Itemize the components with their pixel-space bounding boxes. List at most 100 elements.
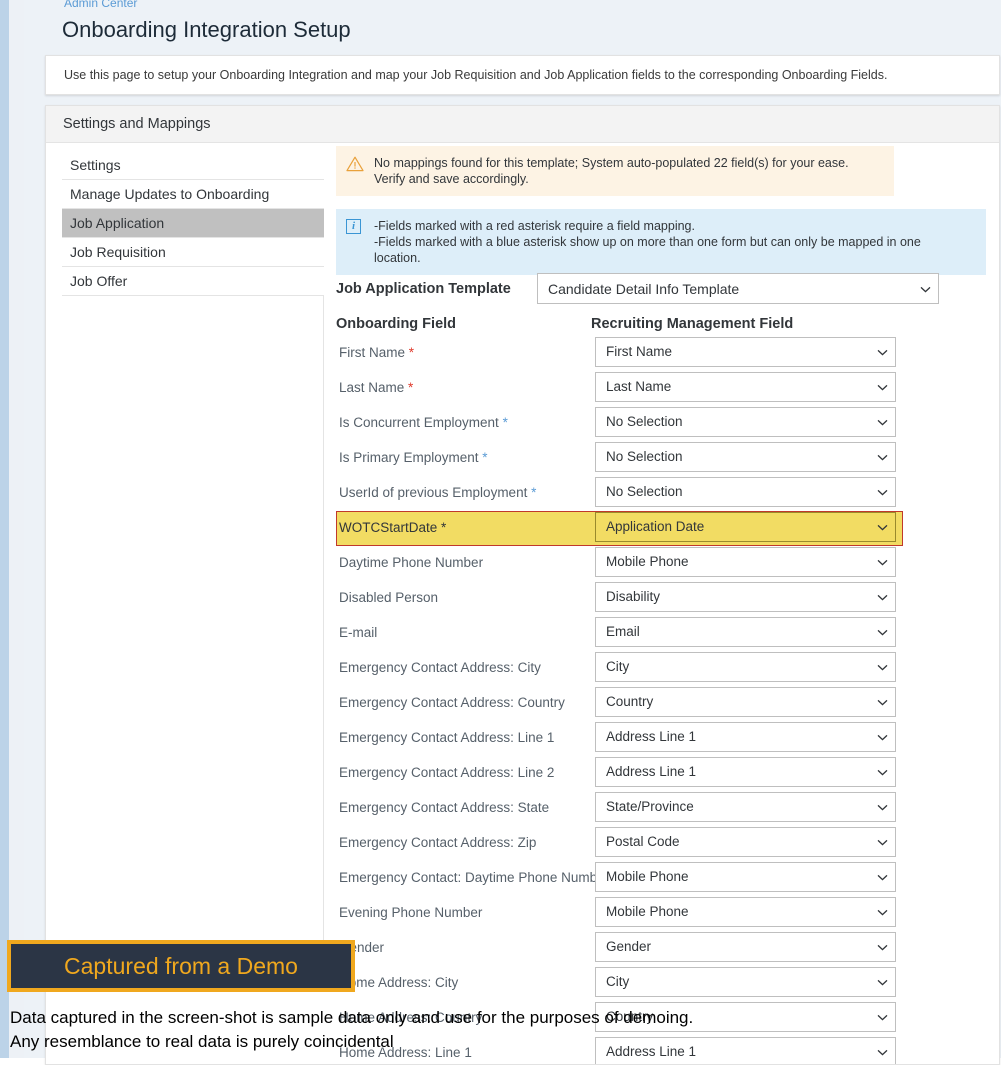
recruiting-field-value: Gender <box>606 939 652 954</box>
mapping-row: Emergency Contact Address: Line 1 Address… <box>312 721 999 756</box>
chevron-down-icon <box>877 734 888 741</box>
mapping-row: Home Address: City City <box>312 966 999 1001</box>
left-gutter <box>9 0 24 1058</box>
onboarding-field-name: Emergency Contact Address: Zip <box>339 835 537 850</box>
mapping-row: E-mail Email <box>312 616 999 651</box>
breadcrumb[interactable]: Admin Center <box>64 0 137 10</box>
recruiting-field-select[interactable]: Postal Code <box>595 827 896 857</box>
onboarding-field-label: Daytime Phone Number <box>339 555 483 570</box>
recruiting-field-value: Address Line 1 <box>606 764 697 779</box>
chevron-down-icon <box>877 874 888 881</box>
recruiting-field-select[interactable]: First Name <box>595 337 896 367</box>
job-application-template-value: Candidate Detail Info Template <box>548 281 740 297</box>
chevron-down-icon <box>877 384 888 391</box>
recruiting-field-select[interactable]: Address Line 1 <box>595 757 896 787</box>
recruiting-field-select[interactable]: Mobile Phone <box>595 862 896 892</box>
onboarding-field-name: Emergency Contact Address: City <box>339 660 541 675</box>
info-alert: i -Fields marked with a red asterisk req… <box>336 209 986 275</box>
chevron-down-icon <box>877 804 888 811</box>
onboarding-field-label: Disabled Person <box>339 590 438 605</box>
info-alert-body: -Fields marked with a red asterisk requi… <box>374 218 921 266</box>
chevron-down-icon <box>877 629 888 636</box>
onboarding-field-name: First Name <box>339 345 406 360</box>
recruiting-field-value: Country <box>606 694 654 709</box>
recruiting-field-value: City <box>606 974 630 989</box>
description-panel: Use this page to setup your Onboarding I… <box>45 55 1000 95</box>
column-header-recruiting: Recruiting Management Field <box>591 316 794 332</box>
recruiting-field-select[interactable]: No Selection <box>595 407 896 437</box>
recruiting-field-select[interactable]: City <box>595 967 896 997</box>
description-text: Use this page to setup your Onboarding I… <box>64 68 888 82</box>
onboarding-field-label: First Name * <box>339 345 414 360</box>
required-asterisk: * <box>498 415 508 430</box>
settings-and-mappings-card: Settings and Mappings Settings Manage Up… <box>45 105 1000 1065</box>
chevron-down-icon <box>877 979 888 986</box>
chevron-down-icon <box>920 286 931 292</box>
mapping-row: Last Name * Last Name <box>312 371 999 406</box>
onboarding-field-name: Is Concurrent Employment <box>339 415 499 430</box>
recruiting-field-value: Application Date <box>606 519 705 534</box>
recruiting-field-select[interactable]: No Selection <box>595 477 896 507</box>
info-alert-line2: -Fields marked with a blue asterisk show… <box>374 235 921 249</box>
mapping-row: First Name * First Name <box>312 336 999 371</box>
sidebar-item-job-requisition[interactable]: Job Requisition <box>62 238 324 267</box>
mapping-row: Emergency Contact Address: State State/Pr… <box>312 791 999 826</box>
onboarding-field-label: Home Address: City <box>339 975 458 990</box>
required-asterisk: * <box>404 380 414 395</box>
recruiting-field-value: Postal Code <box>606 834 680 849</box>
onboarding-field-name: UserId of previous Employment <box>339 485 528 500</box>
recruiting-field-select[interactable]: Mobile Phone <box>595 897 896 927</box>
recruiting-field-value: Mobile Phone <box>606 554 689 569</box>
recruiting-field-value: First Name <box>606 344 673 359</box>
onboarding-field-name: Emergency Contact: Daytime Phone Number <box>339 870 610 885</box>
onboarding-field-label: Emergency Contact Address: State <box>339 800 549 815</box>
recruiting-field-select[interactable]: Last Name <box>595 372 896 402</box>
warning-triangle-icon <box>346 155 374 172</box>
recruiting-field-select[interactable]: Application Date <box>595 512 896 542</box>
demo-caption: Data captured in the screen-shot is samp… <box>10 1006 1000 1054</box>
sidebar-item-job-application[interactable]: Job Application <box>62 209 324 238</box>
recruiting-field-select[interactable]: Disability <box>595 582 896 612</box>
sidebar-item-manage-updates[interactable]: Manage Updates to Onboarding <box>62 180 324 209</box>
onboarding-field-name: Daytime Phone Number <box>339 555 484 570</box>
onboarding-field-label: Is Concurrent Employment * <box>339 415 508 430</box>
chevron-down-icon <box>877 454 888 461</box>
onboarding-field-label: Emergency Contact Address: Line 1 <box>339 730 554 745</box>
template-row: Job Application Template Candidate Detai… <box>336 273 976 307</box>
recruiting-field-select[interactable]: Gender <box>595 932 896 962</box>
recruiting-field-select[interactable]: City <box>595 652 896 682</box>
onboarding-field-label: Emergency Contact Address: Line 2 <box>339 765 554 780</box>
mapping-row: Emergency Contact Address: City City <box>312 651 999 686</box>
onboarding-field-label: UserId of previous Employment * <box>339 485 536 500</box>
chevron-down-icon <box>877 944 888 951</box>
onboarding-field-name: Emergency Contact Address: State <box>339 800 550 815</box>
recruiting-field-select[interactable]: No Selection <box>595 442 896 472</box>
mapping-row: Evening Phone Number Mobile Phone <box>312 896 999 931</box>
mapping-row: Emergency Contact Address: Line 2 Address… <box>312 756 999 791</box>
recruiting-field-select[interactable]: Address Line 1 <box>595 722 896 752</box>
demo-watermark-text: Captured from a Demo <box>64 952 298 979</box>
sidebar-item-settings[interactable]: Settings <box>62 151 324 180</box>
chevron-down-icon <box>877 664 888 671</box>
card-header-title: Settings and Mappings <box>63 116 211 132</box>
onboarding-field-name: Emergency Contact Address: Country <box>339 695 565 710</box>
mapping-row: Emergency Contact: Daytime Phone Number M… <box>312 861 999 896</box>
mapping-row: Is Concurrent Employment * No Selection <box>312 406 999 441</box>
mapping-row: WOTCStartDate * Application Date <box>312 511 999 546</box>
recruiting-field-select[interactable]: Mobile Phone <box>595 547 896 577</box>
recruiting-field-select[interactable]: Email <box>595 617 896 647</box>
onboarding-field-label: WOTCStartDate * <box>339 520 446 535</box>
chevron-down-icon <box>877 489 888 496</box>
chevron-down-icon <box>877 559 888 566</box>
job-application-template-select[interactable]: Candidate Detail Info Template <box>537 273 939 304</box>
chevron-down-icon <box>877 699 888 706</box>
page-container: Admin Center Onboarding Integration Setu… <box>24 0 1001 1065</box>
recruiting-field-select[interactable]: Country <box>595 687 896 717</box>
warning-alert-line2: Verify and save accordingly. <box>374 172 529 186</box>
info-alert-line3: location. <box>374 251 421 265</box>
recruiting-field-value: No Selection <box>606 449 683 464</box>
mapping-row: Disabled Person Disability <box>312 581 999 616</box>
onboarding-field-name: E-mail <box>339 625 378 640</box>
sidebar-item-job-offer[interactable]: Job Offer <box>62 267 324 296</box>
recruiting-field-select[interactable]: State/Province <box>595 792 896 822</box>
